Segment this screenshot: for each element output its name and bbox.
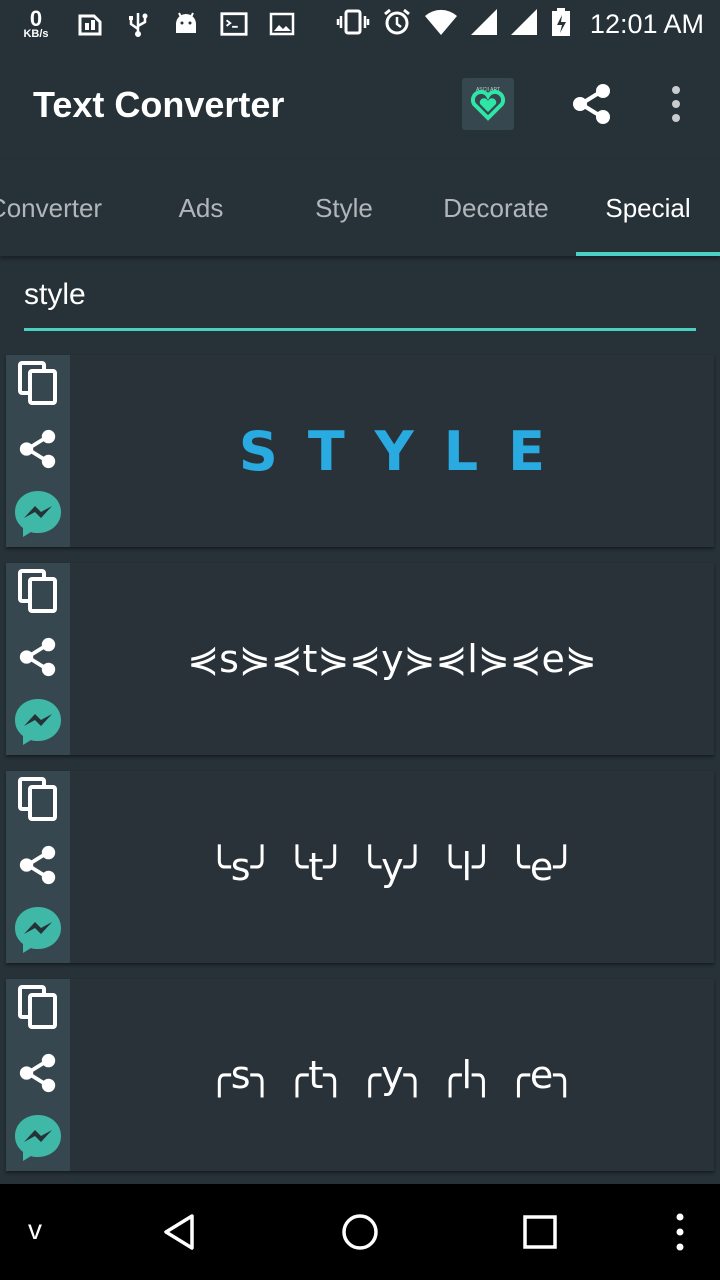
keyboard-hide-button[interactable]: v	[28, 1214, 42, 1246]
share-button[interactable]	[14, 1051, 62, 1099]
ascii-art-button[interactable]: ASCII ART	[462, 78, 514, 130]
share-icon	[17, 1052, 59, 1099]
tab-style[interactable]: Style	[274, 160, 414, 256]
result-card: STYLE	[6, 355, 714, 547]
text-input-field[interactable]: style	[24, 268, 696, 334]
text-input-value[interactable]: style	[24, 278, 86, 312]
recents-button[interactable]	[516, 1208, 564, 1256]
copy-icon	[17, 984, 59, 1035]
network-speed-value: 0	[29, 6, 43, 31]
share-icon	[573, 84, 610, 124]
messenger-icon	[13, 904, 63, 959]
more-vert-icon	[676, 1213, 684, 1251]
signal-icon	[470, 8, 498, 41]
copy-button[interactable]	[14, 568, 62, 619]
alarm-icon	[382, 7, 412, 42]
signal-icon-2	[510, 8, 538, 41]
converted-text[interactable]: STYLE	[70, 355, 714, 547]
home-icon	[342, 1214, 378, 1250]
share-icon	[17, 844, 59, 891]
messenger-button[interactable]	[14, 1114, 62, 1163]
messenger-button[interactable]	[14, 906, 62, 955]
ascii-heart-icon: ASCII ART	[470, 87, 506, 121]
app-toolbar: Text Converter ASCII ART	[0, 48, 720, 160]
more-vert-icon	[672, 86, 680, 122]
status-bar: 0 KB/s 12:01 AM	[0, 0, 720, 48]
network-speed: 0 KB/s	[16, 8, 56, 40]
tab-special[interactable]: Special	[576, 160, 720, 256]
share-icon	[17, 428, 59, 475]
card-actions	[6, 979, 70, 1171]
card-actions	[6, 355, 70, 547]
messenger-icon	[13, 1112, 63, 1167]
copy-icon	[17, 776, 59, 827]
result-card: ╰s╯ ╰t╯ ╰y╯ ╰l╯ ╰e╯	[6, 771, 714, 963]
share-button[interactable]	[14, 843, 62, 891]
vibrate-icon	[336, 8, 370, 41]
messenger-button[interactable]	[14, 698, 62, 747]
converted-text[interactable]: ╭s╮ ╭t╮ ╭y╮ ╭l╮ ╭e╮	[70, 979, 714, 1171]
messenger-icon	[13, 696, 63, 751]
share-button[interactable]	[14, 427, 62, 475]
network-speed-unit: KB/s	[23, 28, 49, 40]
share-button[interactable]	[14, 635, 62, 683]
battery-icon	[550, 7, 572, 42]
card-actions	[6, 563, 70, 755]
wifi-icon	[424, 8, 458, 41]
nav-more-button[interactable]	[656, 1208, 704, 1256]
home-button[interactable]	[336, 1208, 384, 1256]
card-actions	[6, 771, 70, 963]
tab-ads[interactable]: Ads	[140, 160, 262, 256]
back-icon	[164, 1214, 194, 1250]
clock: 12:01 AM	[589, 8, 704, 39]
terminal-icon	[220, 10, 248, 38]
copy-button[interactable]	[14, 984, 62, 1035]
tab-decorate[interactable]: Decorate	[420, 160, 572, 256]
back-button[interactable]	[156, 1208, 204, 1256]
messenger-icon	[13, 488, 63, 543]
copy-icon	[17, 360, 59, 411]
tab-bar: Converter Ads Style Decorate Special	[0, 160, 720, 256]
navigation-bar: v	[0, 1184, 720, 1280]
usb-icon	[124, 10, 152, 38]
tab-converter[interactable]: Converter	[0, 160, 140, 256]
result-card: ╭s╮ ╭t╮ ╭y╮ ╭l╮ ╭e╮	[6, 979, 714, 1171]
tab-indicator	[576, 252, 720, 256]
overflow-menu-button[interactable]	[664, 82, 688, 126]
result-card: ⋞s⋟⋞t⋟⋞y⋟⋞l⋟⋞e⋟	[6, 563, 714, 755]
copy-button[interactable]	[14, 360, 62, 411]
input-underline	[24, 328, 696, 331]
share-button[interactable]	[570, 82, 614, 126]
sim-icon	[76, 10, 104, 38]
copy-button[interactable]	[14, 776, 62, 827]
share-icon	[17, 636, 59, 683]
app-title: Text Converter	[33, 84, 285, 125]
converted-text[interactable]: ╰s╯ ╰t╯ ╰y╯ ╰l╯ ╰e╯	[70, 771, 714, 963]
android-icon	[172, 10, 200, 38]
recents-icon	[523, 1215, 557, 1249]
copy-icon	[17, 568, 59, 619]
converted-text[interactable]: ⋞s⋟⋞t⋟⋞y⋟⋞l⋟⋞e⋟	[70, 563, 714, 755]
messenger-button[interactable]	[14, 490, 62, 539]
image-icon	[268, 10, 296, 38]
